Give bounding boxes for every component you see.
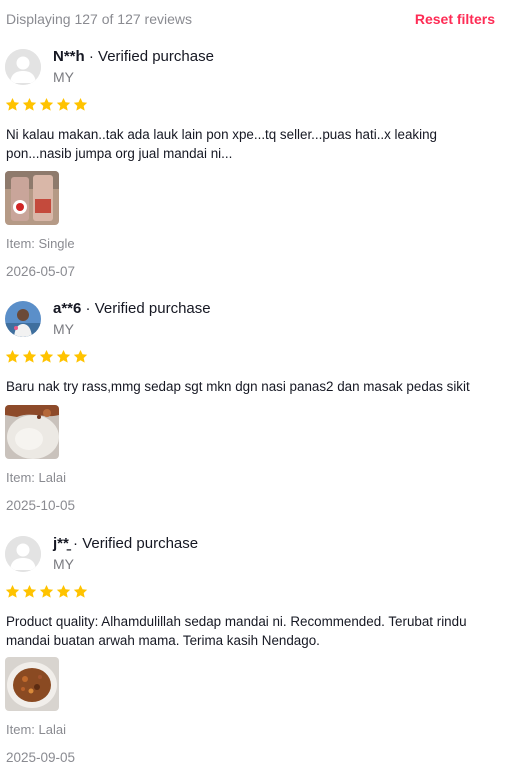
photo-avatar[interactable] [5, 301, 41, 337]
star-rating [5, 349, 88, 365]
review-date: 2026-05-07 [6, 264, 76, 279]
review-date: 2025-09-05 [6, 750, 76, 765]
review-text: Baru nak try rass,mmg sedap sgt mkn dgn … [6, 379, 470, 394]
star-icon [22, 97, 37, 111]
item-variant: Lalai [38, 722, 66, 737]
star-icon [56, 97, 71, 111]
item-prefix: Item: [6, 236, 39, 251]
review-count-text: Displaying 127 of 127 reviews [6, 11, 192, 27]
review-photo-thumbnail[interactable] [5, 171, 59, 225]
star-rating [5, 97, 88, 113]
verified-purchase-label: Verified purchase [94, 300, 211, 317]
name-separator: · [68, 535, 83, 552]
verified-purchase-label: Verified purchase [98, 48, 214, 65]
reviewer-name: N**h [53, 48, 85, 65]
reviewer-line: N**h · Verified purchase [53, 48, 214, 65]
reviewer-name: j**̱ [53, 535, 69, 552]
default-avatar-icon[interactable] [5, 49, 41, 85]
reviewer-line: a**6 · Verified purchase [53, 300, 211, 317]
star-icon [22, 584, 37, 598]
item-variant-line: Item: Lalai [6, 722, 66, 737]
review-photo-thumbnail[interactable] [5, 657, 59, 711]
star-icon [73, 97, 88, 111]
verified-purchase-label: Verified purchase [82, 535, 199, 552]
star-icon [56, 584, 71, 598]
item-variant-line: Item: Lalai [6, 470, 66, 485]
item-prefix: Item: [6, 470, 39, 485]
review-date: 2025-10-05 [6, 498, 76, 513]
star-icon [5, 97, 20, 111]
review-text: Ni kalau makan..tak ada lauk lain pon xp… [6, 127, 437, 161]
item-variant-line: Item: Single [6, 236, 75, 251]
star-icon [73, 584, 88, 598]
reviews-header: Displaying 127 of 127 reviews Reset filt… [0, 0, 506, 38]
review-text: Product quality: Alhamdulillah sedap man… [6, 614, 467, 648]
name-separator: · [81, 300, 95, 317]
name-separator: · [84, 48, 99, 65]
item-variant: Single [38, 236, 75, 251]
reviewer-region: MY [53, 69, 74, 85]
reset-filters-button[interactable]: Reset filters [415, 11, 495, 27]
review-photo-thumbnail[interactable] [5, 405, 59, 459]
reviewer-name: a**6 [53, 300, 82, 317]
star-icon [39, 584, 54, 598]
default-avatar-icon[interactable] [5, 536, 41, 572]
star-icon [5, 349, 20, 363]
reviewer-region: MY [53, 321, 74, 337]
item-prefix: Item: [6, 722, 39, 737]
star-icon [22, 349, 37, 363]
star-icon [39, 97, 54, 111]
item-variant: Lalai [38, 470, 66, 485]
reviewer-line: j**̱ · Verified purchase [53, 535, 198, 552]
star-icon [5, 584, 20, 598]
star-rating [5, 584, 88, 600]
reviewer-region: MY [53, 556, 74, 572]
star-icon [39, 349, 54, 363]
star-icon [73, 349, 88, 363]
star-icon [56, 349, 71, 363]
